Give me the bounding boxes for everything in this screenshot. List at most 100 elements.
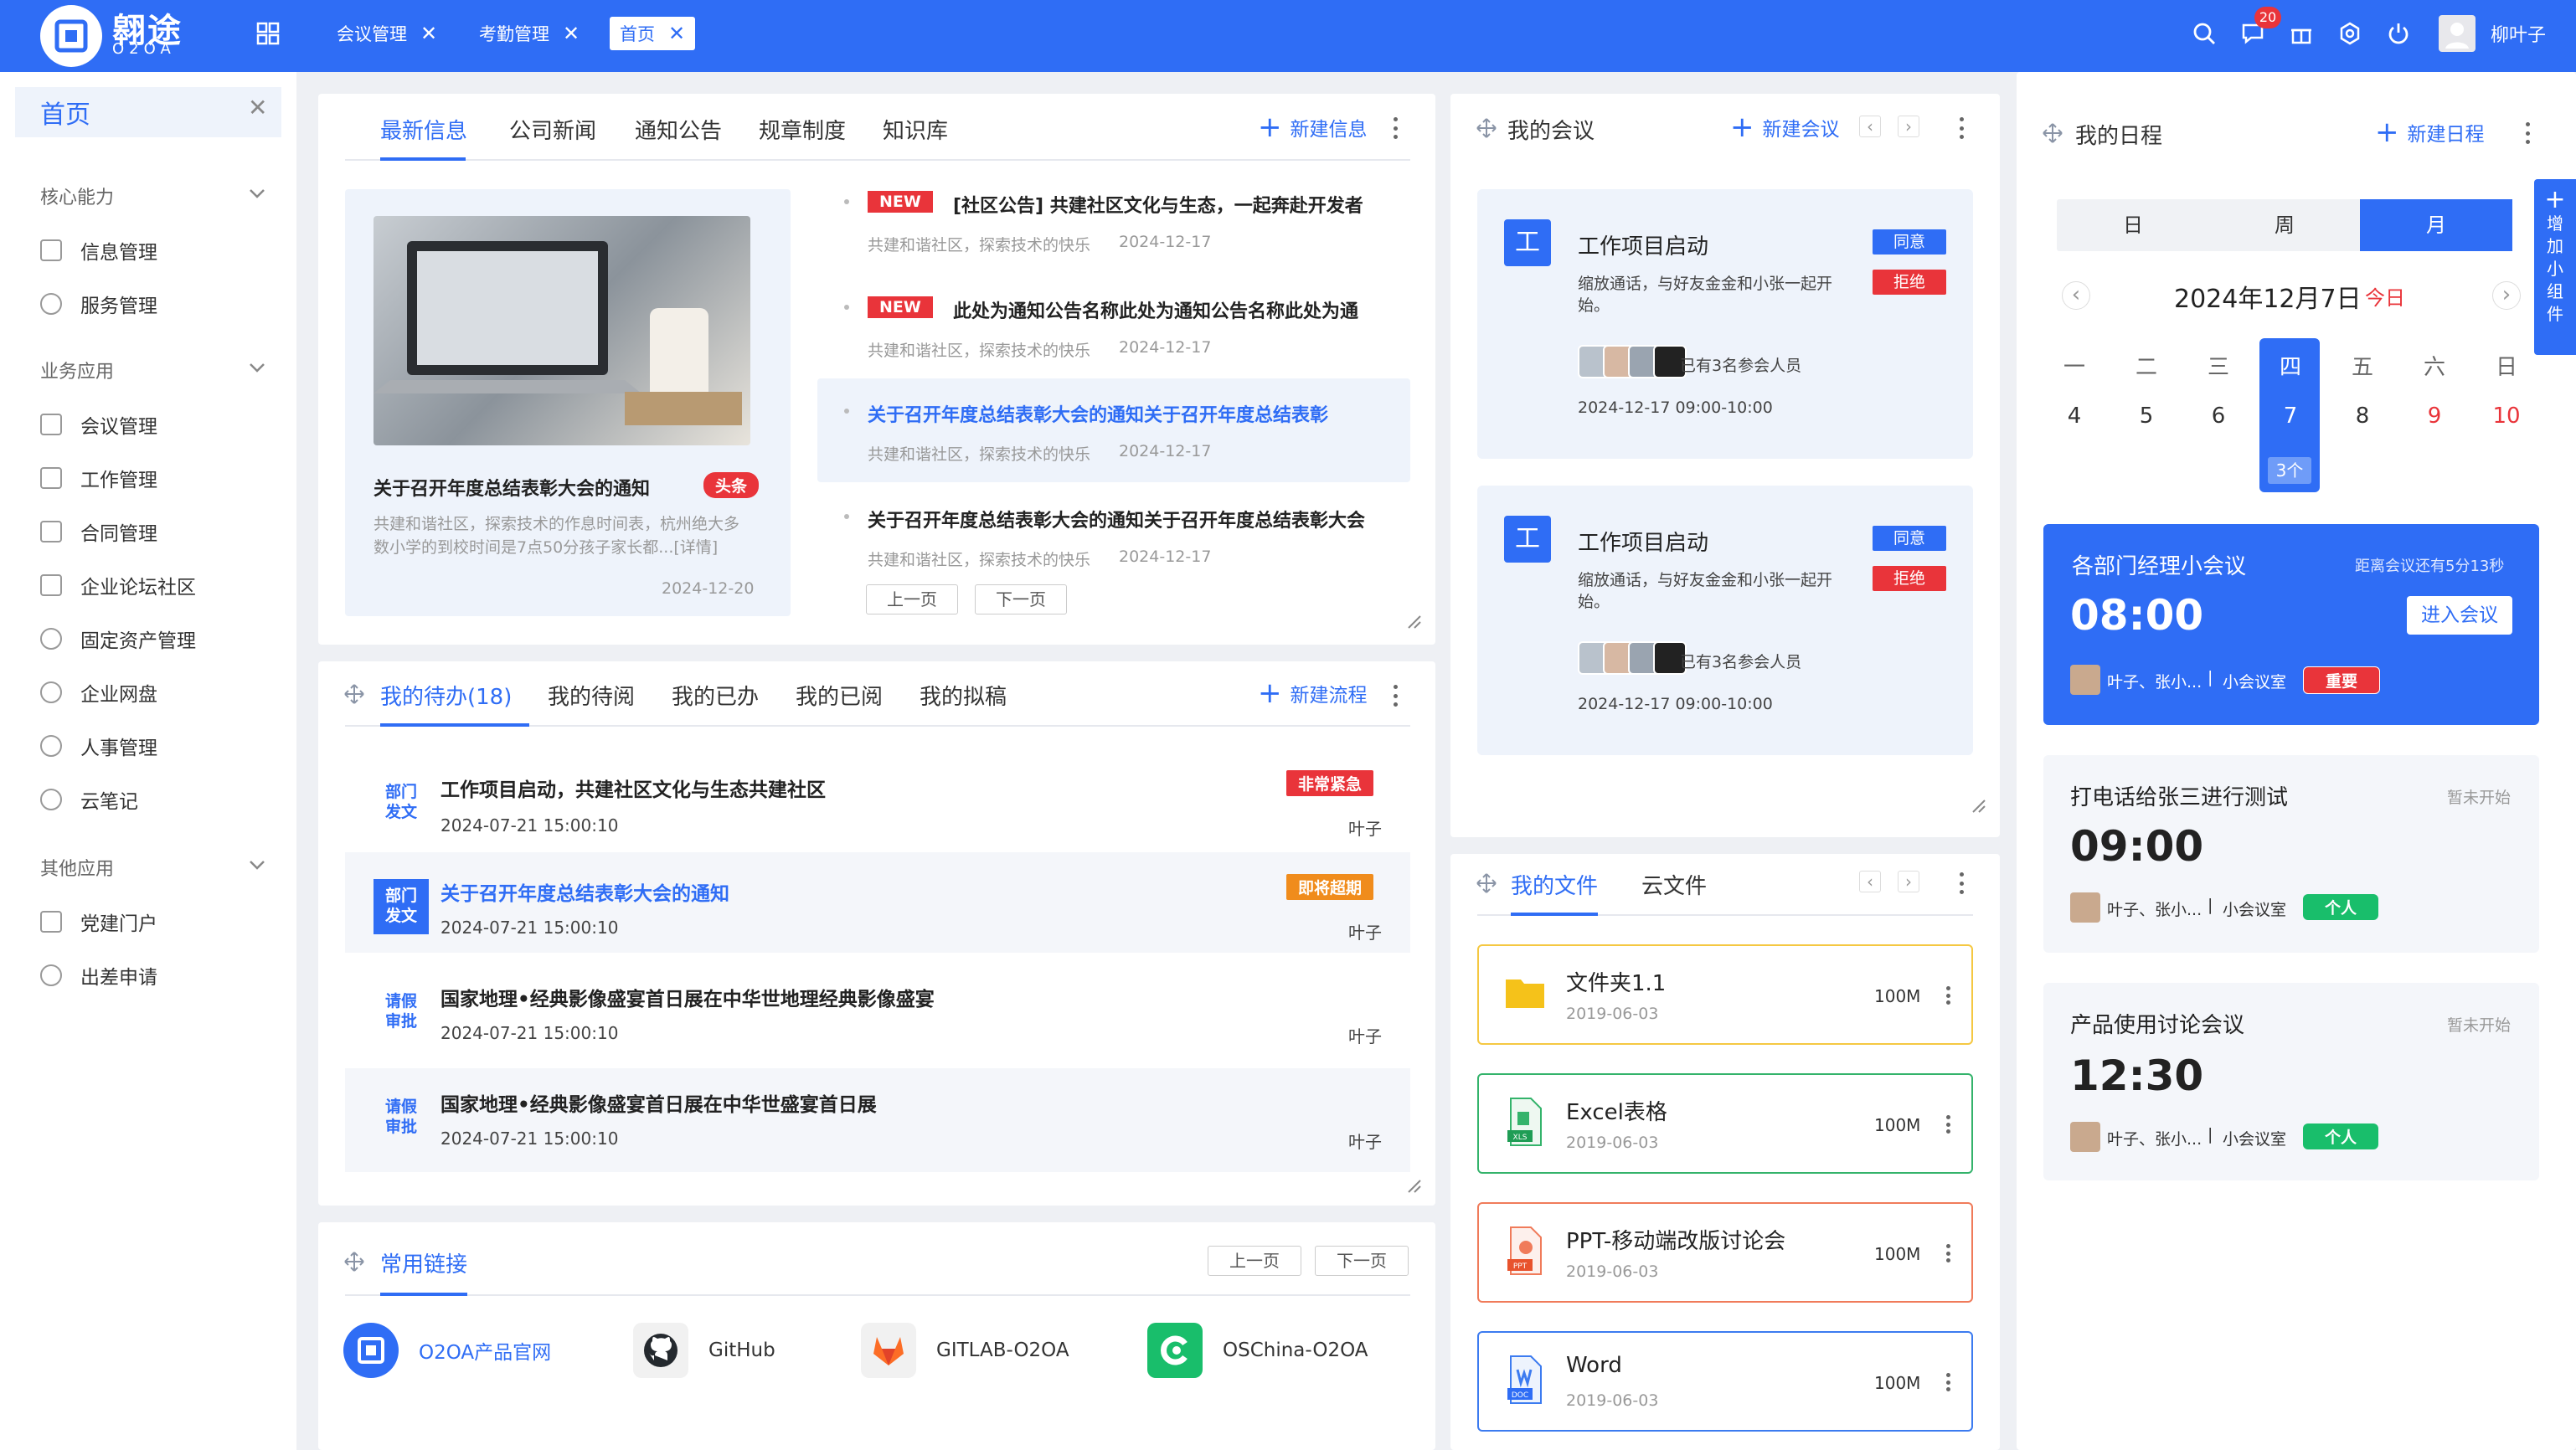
enter-meeting-button[interactable]: 进入会议 [2407, 596, 2512, 635]
meeting-title[interactable]: 工作项目启动 [1578, 526, 1708, 557]
tab-attendance[interactable]: 考勤管理 ✕ [479, 17, 580, 50]
sidebar-item-contract[interactable]: 合同管理 [40, 517, 157, 546]
tab-my-done[interactable]: 我的已办 [672, 680, 759, 711]
todo-title[interactable]: 关于召开年度总结表彰大会的通知 [440, 877, 729, 906]
today-button[interactable]: 今日 [2365, 281, 2405, 311]
todo-title[interactable]: 国家地理•经典影像盛宴首日展在中华世盛宴首日展 [440, 1088, 877, 1117]
link-oschina[interactable]: OSChina-O2OA [1147, 1323, 1368, 1378]
todo-title[interactable]: 国家地理•经典影像盛宴首日展在中华世地理经典影像盛宴 [440, 983, 935, 1011]
sidebar-item-service[interactable]: 服务管理 [40, 290, 157, 318]
view-month[interactable]: 月 [2360, 199, 2512, 251]
new-info-button[interactable]: + 新建信息 [1258, 111, 1368, 144]
featured-desc[interactable]: 共建和谐社区，探索技术的作息时间表，杭州绝大多数小学的到校时间是7点50分孩子家… [374, 512, 754, 559]
news-item-title[interactable]: 关于召开年度总结表彰大会的通知关于召开年度总结表彰 [868, 400, 1328, 427]
file-name[interactable]: PPT-移动端改版讨论会 [1566, 1224, 1785, 1255]
close-icon[interactable]: ✕ [563, 22, 580, 45]
featured-title[interactable]: 关于召开年度总结表彰大会的通知 [374, 474, 650, 501]
search-icon[interactable] [2187, 17, 2221, 50]
power-icon[interactable] [2382, 17, 2415, 50]
tab-company-news[interactable]: 公司新闻 [509, 114, 596, 145]
more-icon[interactable] [2526, 122, 2531, 144]
event-title[interactable]: 产品使用讨论会议 [2070, 1008, 2244, 1039]
sidebar-item-home[interactable]: 首页 [15, 87, 281, 137]
accept-button[interactable]: 同意 [1873, 229, 1946, 255]
reject-button[interactable]: 拒绝 [1873, 566, 1946, 591]
sidebar-item-hr[interactable]: 人事管理 [40, 732, 157, 760]
prev-arrow-icon[interactable]: ‹ [1859, 871, 1881, 892]
sidebar-item-meeting[interactable]: 会议管理 [40, 410, 157, 439]
sidebar-item-travel[interactable]: 出差申请 [40, 961, 157, 990]
prev-arrow-icon[interactable]: ‹ [1859, 116, 1881, 137]
tab-knowledge[interactable]: 知识库 [883, 114, 948, 145]
tab-my-draft[interactable]: 我的拟稿 [920, 680, 1007, 711]
next-page-button[interactable]: 下一页 [1315, 1246, 1409, 1276]
link-github[interactable]: GitHub [633, 1323, 775, 1378]
next-arrow-icon[interactable]: › [1898, 116, 1919, 137]
view-week[interactable]: 周 [2209, 199, 2360, 251]
chevron-down-icon[interactable] [248, 856, 266, 874]
tab-my-read[interactable]: 我的已阅 [796, 680, 883, 711]
calendar-day[interactable]: 5 [2125, 404, 2167, 429]
prev-page-button[interactable]: 上一页 [866, 584, 958, 614]
calendar-day[interactable]: 8 [2342, 404, 2383, 429]
new-schedule-button[interactable]: + 新建日程 [2375, 116, 2485, 149]
next-arrow-icon[interactable]: › [1898, 871, 1919, 892]
settings-icon[interactable] [2333, 17, 2367, 50]
prev-page-button[interactable]: 上一页 [1208, 1246, 1301, 1276]
link-o2oa[interactable]: O2OA产品官网 [343, 1323, 551, 1378]
sidebar-item-forum[interactable]: 企业论坛社区 [40, 571, 196, 599]
sidebar-item-party[interactable]: 党建门户 [40, 908, 157, 936]
calendar-day-weekend[interactable]: 10 [2486, 404, 2527, 429]
sidebar-item-assets[interactable]: 固定资产管理 [40, 625, 196, 653]
more-icon[interactable] [1960, 117, 1965, 139]
more-icon[interactable] [1394, 685, 1399, 707]
chevron-down-icon[interactable] [248, 358, 266, 377]
sidebar-item-disk[interactable]: 企业网盘 [40, 678, 157, 707]
sidebar-item-notes[interactable]: 云笔记 [40, 785, 138, 814]
file-name[interactable]: 文件夹1.1 [1566, 966, 1666, 997]
more-icon[interactable] [1946, 1373, 1951, 1391]
new-flow-button[interactable]: + 新建流程 [1258, 676, 1368, 710]
link-gitlab[interactable]: GITLAB-O2OA [861, 1323, 1069, 1378]
tab-my-toread[interactable]: 我的待阅 [548, 680, 635, 711]
drag-move-icon[interactable] [2042, 122, 2063, 144]
avatar[interactable] [2439, 15, 2476, 52]
tab-my-files[interactable]: 我的文件 [1511, 869, 1598, 900]
sidebar-item-work[interactable]: 工作管理 [40, 464, 157, 492]
tab-meeting[interactable]: 会议管理 ✕ [337, 17, 437, 50]
prev-date-icon[interactable]: ‹ [2062, 281, 2090, 310]
view-day[interactable]: 日 [2057, 199, 2209, 251]
tab-home[interactable]: 首页 ✕ [610, 17, 696, 50]
event-title[interactable]: 打电话给张三进行测试 [2070, 780, 2288, 811]
resize-handle-icon[interactable] [1405, 1177, 1422, 1194]
close-icon[interactable]: ✕ [420, 22, 437, 45]
o2oa-logo-icon[interactable] [40, 5, 102, 67]
news-item-title[interactable]: 关于召开年度总结表彰大会的通知关于召开年度总结表彰大会 [868, 506, 1365, 532]
tab-rules[interactable]: 规章制度 [759, 114, 846, 145]
tab-cloud-files[interactable]: 云文件 [1641, 869, 1707, 900]
username[interactable]: 柳叶子 [2491, 20, 2546, 47]
todo-title[interactable]: 工作项目启动，共建社区文化与生态共建社区 [440, 774, 826, 802]
calendar-day[interactable]: 4 [2053, 404, 2095, 429]
close-icon[interactable]: ✕ [668, 22, 685, 45]
more-icon[interactable] [1946, 1115, 1951, 1134]
file-name[interactable]: Excel表格 [1566, 1095, 1667, 1126]
news-item-title[interactable]: [社区公告] 共建社区文化与生态，一起奔赴开发者 [953, 191, 1363, 218]
meeting-title[interactable]: 工作项目启动 [1578, 229, 1708, 260]
event-title[interactable]: 各部门经理小会议 [2072, 549, 2246, 580]
drag-move-icon[interactable] [1476, 872, 1497, 894]
apps-grid-icon[interactable] [251, 17, 285, 50]
add-widget-button[interactable]: + 增加小组件 [2534, 179, 2576, 355]
news-item-title[interactable]: 此处为通知公告名称此处为通知公告名称此处为通 [953, 296, 1358, 323]
tab-my-todo[interactable]: 我的待办(18) [380, 680, 512, 711]
tab-notice[interactable]: 通知公告 [635, 114, 722, 145]
calendar-day[interactable]: 6 [2197, 404, 2239, 429]
more-icon[interactable] [1946, 986, 1951, 1005]
more-icon[interactable] [1394, 117, 1399, 139]
drag-move-icon[interactable] [1476, 117, 1497, 139]
reject-button[interactable]: 拒绝 [1873, 270, 1946, 295]
drag-move-icon[interactable] [343, 1251, 365, 1273]
drag-move-icon[interactable] [343, 683, 365, 705]
more-icon[interactable] [1960, 872, 1965, 894]
file-name[interactable]: Word [1566, 1353, 1622, 1378]
